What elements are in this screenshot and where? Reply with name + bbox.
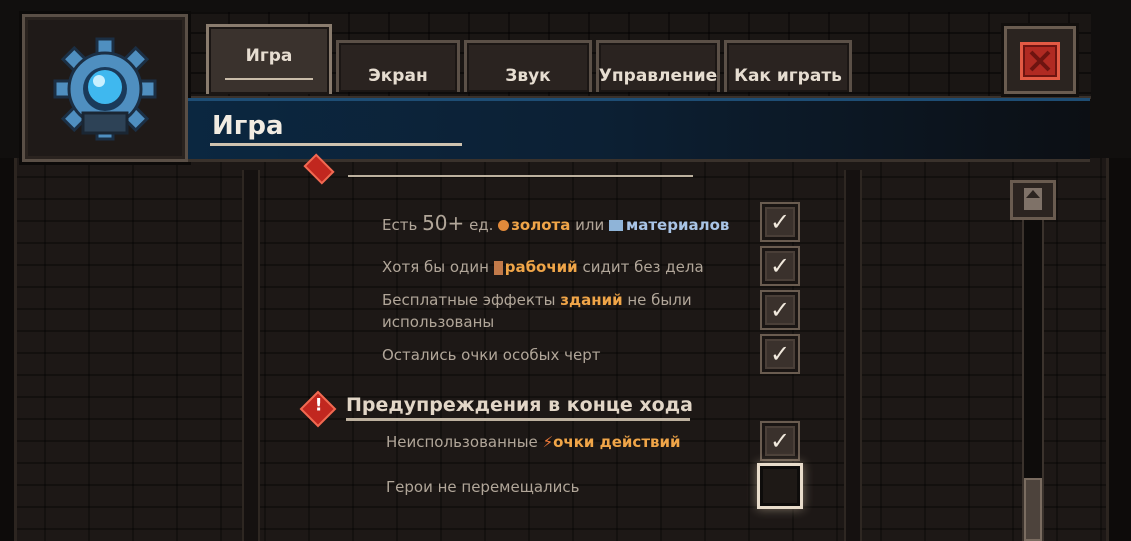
section-title-underline [210, 143, 462, 146]
close-button-frame [1004, 26, 1076, 94]
row-buildings: Бесплатные эффекты зданий не были исполь… [382, 289, 692, 333]
scroll-up-button[interactable] [1010, 180, 1056, 220]
settings-emblem [22, 14, 188, 162]
tab-controls[interactable]: Управление [596, 40, 720, 92]
row-resources-t2: ед. [464, 216, 499, 234]
tab-screen[interactable]: Экран [336, 40, 460, 92]
row-buildings-t0: Бесплатные эффекты [382, 291, 561, 309]
row-resources-t4: или [570, 216, 609, 234]
row-traits: Остались очки особых черт [382, 344, 600, 366]
clipped-section-heading [348, 165, 693, 177]
row-worker-t1: рабочий [504, 258, 578, 276]
tab-sound[interactable]: Звук [464, 40, 592, 92]
checkbox-resources[interactable]: ✓ [762, 204, 798, 240]
end-turn-section-underline [346, 418, 690, 421]
tab-sound-label: Звук [505, 66, 551, 86]
row-worker-t2: сидит без дела [577, 258, 704, 276]
tab-game-label: Игра [245, 45, 293, 66]
coin-icon [498, 220, 510, 231]
row-action-points-t1: очки действий [553, 433, 681, 451]
content-pillar-right [844, 170, 862, 541]
checkbox-traits[interactable]: ✓ [762, 336, 798, 372]
content-pillar-left [242, 170, 260, 541]
row-worker-t0: Хотя бы один [382, 258, 494, 276]
checkbox-action-points[interactable]: ✓ [762, 423, 798, 459]
row-resources-t5: материалов [625, 216, 730, 234]
row-resources: Есть 50+ ед. золота или материалов [382, 212, 729, 236]
tab-how-to-play-label: Как играть [734, 66, 842, 86]
checkbox-worker[interactable]: ✓ [762, 248, 798, 284]
row-heroes-moved-t0: Герои не перемещались [386, 478, 580, 496]
gear-icon [53, 37, 157, 141]
tab-game-underline [225, 78, 313, 80]
row-worker: Хотя бы один рабочий сидит без дела [382, 256, 704, 278]
materials-icon [608, 220, 623, 231]
end-turn-section-title: Предупреждения в конце хода [346, 394, 693, 416]
row-resources-t0: Есть [382, 216, 423, 234]
scrollbar-thumb[interactable] [1024, 478, 1042, 541]
tab-how-to-play[interactable]: Как играть [724, 40, 852, 92]
row-heroes-moved: Герои не перемещались [386, 476, 579, 498]
row-resources-t1: 50+ [422, 211, 465, 235]
close-icon [1029, 50, 1051, 72]
row-action-points: Неиспользованные ⚡очки действий [386, 431, 681, 453]
tab-game[interactable]: Игра [206, 24, 332, 94]
section-header: Игра [188, 98, 1090, 162]
close-button[interactable] [1020, 42, 1060, 80]
row-traits-t0: Остались очки особых черт [382, 346, 601, 364]
row-buildings-t1: зданий [560, 291, 623, 309]
checkbox-buildings[interactable]: ✓ [762, 292, 798, 328]
row-resources-t3: золота [511, 216, 571, 234]
section-title: Игра [212, 111, 284, 141]
row-action-points-t0: Неиспользованные [386, 433, 543, 451]
arrow-up-icon-glyph [1026, 190, 1040, 198]
row-buildings-t3: использованы [382, 313, 495, 331]
worker-icon [493, 260, 503, 275]
clipped-heading-underline [348, 175, 693, 177]
tab-screen-label: Экран [368, 66, 428, 86]
lightning-icon: ⚡ [542, 433, 554, 451]
row-buildings-t2: не были [622, 291, 692, 309]
tab-controls-label: Управление [598, 66, 718, 86]
checkbox-heroes-moved[interactable] [760, 466, 800, 506]
